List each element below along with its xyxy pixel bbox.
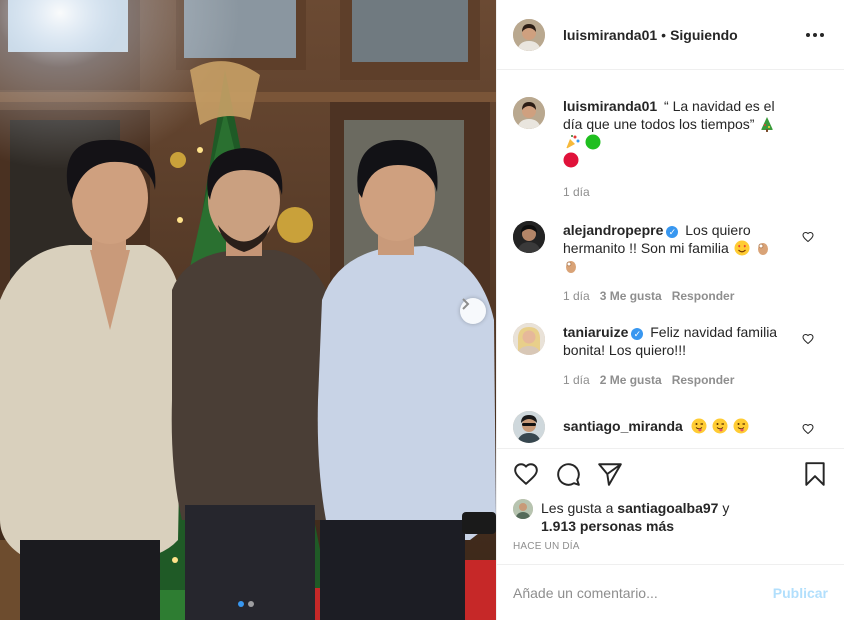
caption: luismiranda01 “ La navidad es el día que…: [513, 97, 828, 199]
green-circle-emoji: [585, 134, 601, 150]
carousel-dot: [248, 601, 254, 607]
comment-likes-link[interactable]: 3 Me gusta: [600, 289, 662, 303]
post-photo[interactable]: [0, 0, 496, 620]
comment-username[interactable]: taniaruize: [563, 324, 628, 340]
likes-others-link[interactable]: 1.913 personas más: [541, 518, 674, 534]
comment-item: taniaruize ✓ Feliz navidad familia bonita…: [513, 323, 828, 387]
comment-body: santiago_miranda: [563, 411, 789, 443]
verified-badge-icon: ✓: [666, 226, 679, 238]
publish-button[interactable]: Publicar: [773, 585, 828, 601]
follow-status-button[interactable]: Siguiendo: [670, 27, 738, 43]
liker-avatar[interactable]: [513, 499, 533, 519]
ok-hand-emoji: [566, 261, 576, 273]
liker-username[interactable]: santiagoalba97: [617, 500, 718, 516]
party-popper-emoji: [566, 135, 580, 149]
commenter-avatar[interactable]: [513, 221, 545, 253]
bookmark-icon[interactable]: [802, 461, 828, 487]
comment-input[interactable]: [513, 584, 773, 601]
avatar-image: [513, 323, 545, 355]
comments-list: luismiranda01 “ La navidad es el día que…: [497, 71, 844, 448]
avatar-image: [513, 18, 545, 51]
reply-button[interactable]: Responder: [672, 373, 735, 387]
post-sidebar: luismiranda01 • Siguiendo luismiranda01 …: [496, 0, 844, 620]
carousel-indicator: [238, 601, 254, 607]
reply-button[interactable]: Responder: [672, 289, 735, 303]
likes-summary: Les gusta a santiagoalba97 y 1.913 perso…: [513, 499, 828, 535]
heart-eyes-emoji: [734, 240, 750, 256]
comment-body: taniaruize ✓ Feliz navidad familia bonita…: [563, 323, 789, 387]
comment-likes-link[interactable]: 2 Me gusta: [600, 373, 662, 387]
header-separator: •: [661, 26, 667, 43]
author-username[interactable]: luismiranda01: [563, 27, 657, 43]
comment-time: 1 día: [563, 289, 590, 303]
post-timestamp[interactable]: HACE UN DÍA: [513, 541, 828, 552]
like-comment-heart-icon[interactable]: [802, 231, 814, 243]
tongue-wink-emoji: [691, 418, 707, 434]
like-comment-heart-icon[interactable]: [802, 333, 814, 345]
tongue-wink-emoji: [712, 418, 728, 434]
likes-conj: y: [722, 500, 730, 516]
avatar-image: [513, 499, 533, 519]
comment-item: santiago_miranda: [513, 411, 828, 443]
likes-text: Les gusta a santiagoalba97 y 1.913 perso…: [541, 499, 729, 535]
commenter-avatar[interactable]: [513, 411, 545, 443]
like-comment-heart-icon[interactable]: [802, 423, 814, 435]
comment-meta: 1 día 2 Me gusta Responder: [563, 373, 789, 387]
add-comment-bar: Publicar: [497, 564, 844, 620]
caption-meta: 1 día: [563, 185, 789, 199]
carousel-next-button[interactable]: [460, 298, 486, 324]
avatar-image: [513, 221, 545, 253]
paper-plane-icon[interactable]: [597, 461, 623, 487]
heart-icon[interactable]: [513, 461, 539, 487]
author-avatar[interactable]: [513, 18, 545, 51]
comment-username[interactable]: alejandropepre: [563, 222, 663, 238]
action-icons: [513, 449, 828, 499]
carousel-dot-active: [238, 601, 244, 607]
comment-item: alejandropepre ✓ Los quiero hermanito !! …: [513, 221, 828, 303]
caption-body: luismiranda01 “ La navidad es el día que…: [563, 97, 789, 199]
caption-username[interactable]: luismiranda01: [563, 98, 657, 114]
tongue-wink-emoji: [733, 418, 748, 434]
post-actions: Les gusta a santiagoalba97 y 1.913 perso…: [497, 448, 844, 564]
chevron-right-icon: [462, 298, 470, 310]
more-options-icon[interactable]: [802, 29, 828, 41]
comment-meta: 1 día 3 Me gusta Responder: [563, 289, 789, 303]
ok-hand-emoji: [757, 243, 768, 255]
avatar-image: [513, 411, 545, 443]
verified-badge-icon: ✓: [631, 328, 644, 340]
comment-body: alejandropepre ✓ Los quiero hermanito !! …: [563, 221, 789, 303]
comment-username[interactable]: santiago_miranda: [563, 418, 683, 434]
caption-time: 1 día: [563, 185, 590, 199]
comment-time: 1 día: [563, 373, 590, 387]
avatar-image: [513, 97, 545, 129]
post-header: luismiranda01 • Siguiendo: [497, 0, 844, 70]
commenter-avatar[interactable]: [513, 323, 545, 355]
photo-illustration: [0, 0, 496, 620]
comment-icon[interactable]: [555, 461, 581, 487]
likes-prefix: Les gusta a: [541, 500, 614, 516]
instagram-post: luismiranda01 • Siguiendo luismiranda01 …: [0, 0, 844, 620]
red-circle-emoji: [563, 152, 579, 168]
caption-avatar[interactable]: [513, 97, 545, 129]
christmas-tree-emoji: [761, 117, 774, 132]
